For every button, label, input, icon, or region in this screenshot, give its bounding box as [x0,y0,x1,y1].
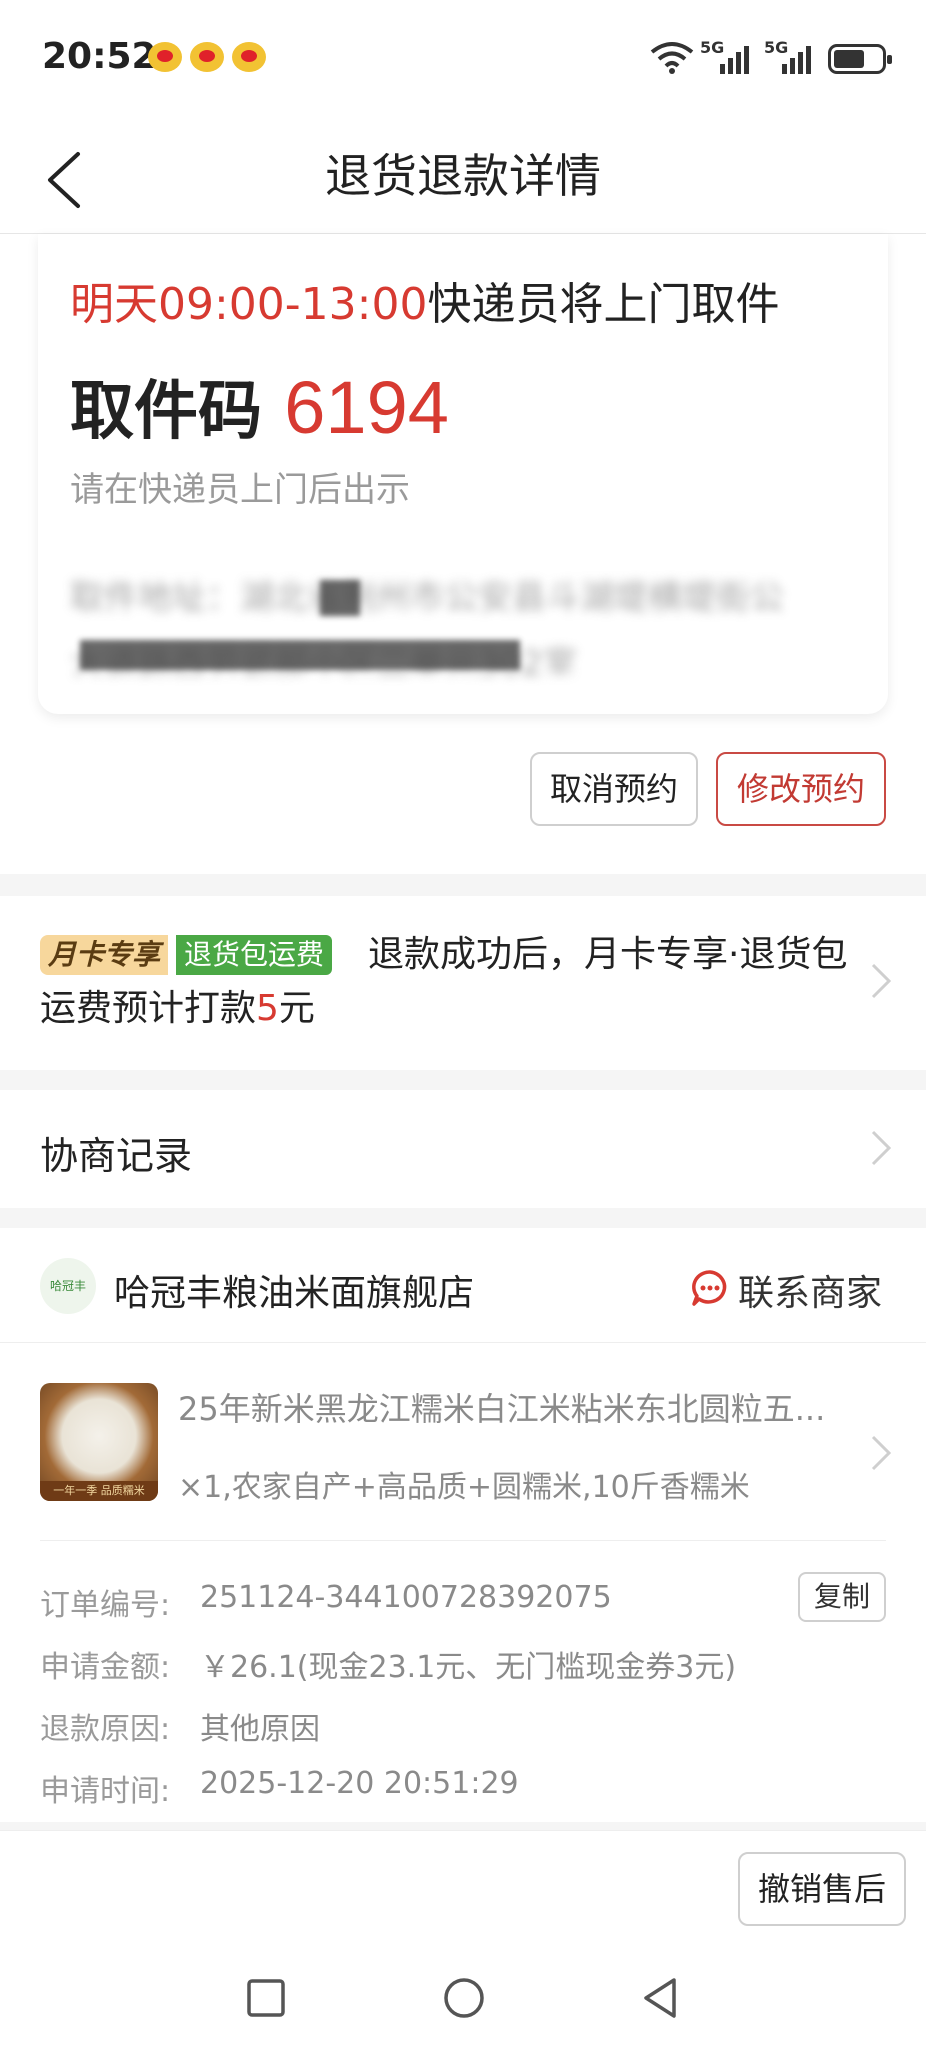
pickup-time-suffix: 快递员将上门取件 [427,279,780,330]
home-icon[interactable] [442,1976,486,2020]
refund-reason-label: 退款原因: [40,1712,171,1747]
weibo-icon [190,42,224,72]
chat-icon[interactable] [690,1268,730,1308]
cancel-appointment-button[interactable]: 取消预约 [530,752,698,826]
chevron-right-icon [871,1435,892,1471]
product-image-band: 一年一季 品质糯米 [40,1481,158,1501]
weibo-icon [148,42,182,72]
battery-icon [828,44,892,74]
shop-logo: 哈冠丰 [40,1258,96,1314]
modify-appointment-button[interactable]: 修改预约 [716,752,886,826]
chevron-right-icon [871,963,892,999]
pickup-address-line-1: 取件地址：湖北省荆州市公安县斗湖堤横堤街公 [70,578,784,618]
monthly-card-amount: 5 [256,988,279,1029]
order-number-label: 订单编号: [40,1588,171,1623]
product-image[interactable]: 一年一季 品质糯米 [40,1383,158,1501]
signal-icon [720,46,749,74]
apply-time-label: 申请时间: [40,1774,171,1809]
monthly-card-tag: 月卡专享 [40,935,169,975]
refund-amount-label: 申请金额: [40,1650,171,1685]
pickup-time: 明天09:00-13:00快递员将上门取件 [70,268,779,332]
refund-reason-value: 其他原因 [200,1712,320,1747]
pickup-time-highlight: 明天09:00-13:00 [70,279,428,330]
signal-icon [782,46,811,74]
contact-merchant-button[interactable]: 联系商家 [738,1264,882,1316]
apply-time-value: 2025-12-20 20:51:29 [200,1766,519,1801]
redaction-mark [320,580,360,616]
product-title[interactable]: 25年新米黑龙江糯米白江米粘米东北圆粒五... [178,1384,838,1430]
return-shipping-tag: 退货包运费 [176,935,333,975]
wifi-icon [650,42,694,74]
weibo-icon [232,42,266,72]
pickup-code-value: 6194 [284,366,449,449]
shop-name[interactable]: 哈冠丰粮油米面旗舰店 [114,1264,474,1316]
order-number-value: 251124-344100728392075 [200,1580,612,1615]
recent-apps-icon[interactable] [246,1978,286,2018]
divider [40,1540,886,1541]
divider [0,1342,926,1343]
copy-button[interactable]: 复制 [798,1572,886,1622]
pickup-code: 取件码 6194 [70,360,449,452]
negotiation-record-label: 协商记录 [40,1134,193,1178]
pickup-code-label: 取件码 [70,375,262,449]
revoke-after-sale-button[interactable]: 撤销售后 [738,1852,906,1926]
pickup-hint: 请在快递员上门后出示 [70,470,410,510]
status-time: 20:52 [42,36,157,77]
refund-amount-value: ￥26.1(现金23.1元、无门槛现金券3元) [200,1650,737,1685]
page-title: 退货退款详情 [325,149,601,203]
back-triangle-icon[interactable] [640,1976,680,2020]
product-spec: ×1,农家自产+高品质+圆糯米,10斤香糯米 [178,1470,750,1505]
redaction-mark [80,640,520,670]
chevron-right-icon [871,1130,892,1166]
monthly-card-unit: 元 [278,988,315,1029]
